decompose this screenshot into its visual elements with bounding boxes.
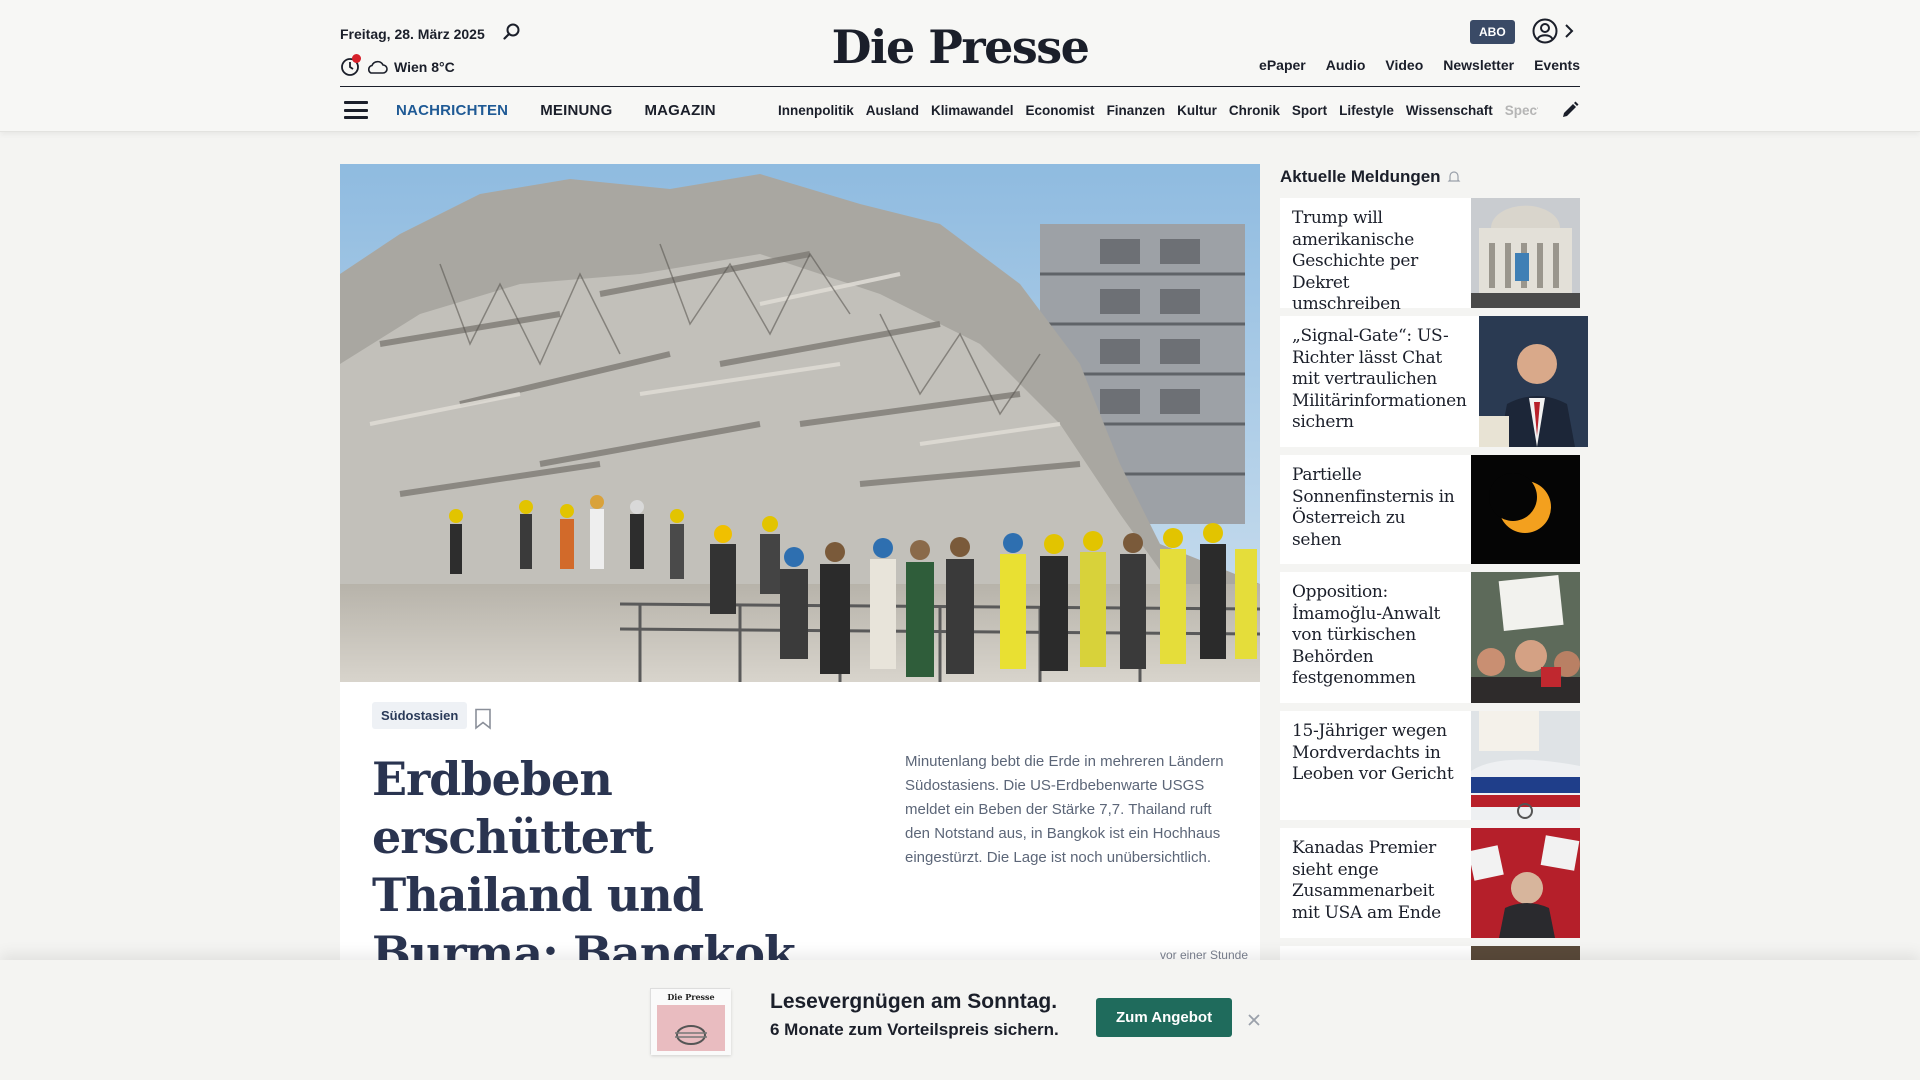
news-list: Trump will amerikanische Geschichte per … <box>1280 198 1588 986</box>
news-item[interactable]: „Signal-Gate“: US-Richter lässt Chat mit… <box>1280 316 1588 447</box>
news-thumbnail <box>1471 455 1580 564</box>
util-link-events[interactable]: Events <box>1534 57 1580 73</box>
hamburger-menu-icon[interactable] <box>344 101 368 119</box>
news-item-title: Trump will amerikanische Geschichte per … <box>1292 208 1418 314</box>
sidebar-heading: Aktuelle Meldungen <box>1280 164 1580 190</box>
news-thumbnail <box>1478 316 1588 447</box>
promo-subline: 6 Monate zum Vorteilspreis sichern. <box>770 1020 1059 1039</box>
chevron-right-icon[interactable] <box>1562 22 1576 40</box>
logo-link[interactable]: Die Presse <box>832 20 1090 74</box>
promo-headline: Lesevergnügen am Sonntag. <box>770 990 1058 1013</box>
news-item-title: „Signal-Gate“: US-Richter lässt Chat mit… <box>1292 326 1467 432</box>
promo-thumbnail: Die Presse <box>650 988 731 1055</box>
bookmark-icon[interactable] <box>474 708 492 730</box>
news-item[interactable]: Partielle Sonnenfinsternis in Österreich… <box>1280 455 1580 564</box>
section-lifestyle[interactable]: Lifestyle <box>1339 103 1394 118</box>
promo-offer-button[interactable]: Zum Angebot <box>1096 998 1233 1037</box>
news-thumbnail <box>1471 572 1580 703</box>
site-header: Freitag, 28. März 2025 Wien 8°C Die Pres… <box>0 0 1920 132</box>
news-item-title: 15-Jähriger wegen Mordverdachts in Leobe… <box>1292 721 1454 784</box>
news-thumbnail <box>1471 198 1580 308</box>
news-item-title: Kanadas Premier sieht enge Zusammenarbei… <box>1292 838 1441 923</box>
article-lead: Minutenlang bebt die Erde in mehreren Lä… <box>905 753 1224 866</box>
user-account-icon[interactable] <box>1532 18 1558 44</box>
news-thumbnail <box>1471 711 1580 820</box>
news-item[interactable]: Kanadas Premier sieht enge Zusammenarbei… <box>1280 828 1580 938</box>
promo-thumbnail-logo: Die Presse <box>667 992 714 1002</box>
section-klimawandel[interactable]: Klimawandel <box>931 103 1014 118</box>
hero-meta: Südostasien <box>372 702 491 730</box>
news-thumbnail <box>1471 828 1580 938</box>
utility-links: ePaper Audio Video Newsletter Events <box>1259 57 1580 73</box>
nav-item-magazin[interactable]: MAGAZIN <box>644 102 715 119</box>
header-divider <box>340 86 1580 87</box>
close-icon[interactable] <box>1246 1012 1262 1028</box>
news-item-title: Partielle Sonnenfinsternis in Österreich… <box>1292 465 1455 550</box>
sidebar-title: Aktuelle Meldungen <box>1280 167 1441 186</box>
section-chronik[interactable]: Chronik <box>1229 103 1280 118</box>
primary-nav: NACHRICHTEN MEINUNG MAGAZIN <box>396 102 716 119</box>
news-item-title: Opposition: İmamoğlu-Anwalt von türkisch… <box>1292 582 1441 688</box>
util-link-audio[interactable]: Audio <box>1326 57 1366 73</box>
section-spectrum[interactable]: Spectr <box>1505 103 1538 118</box>
main-navigation: NACHRICHTEN MEINUNG MAGAZIN Innenpolitik… <box>340 88 1580 132</box>
util-link-newsletter[interactable]: Newsletter <box>1443 57 1514 73</box>
category-tag[interactable]: Südostasien <box>372 702 468 729</box>
util-link-video[interactable]: Video <box>1385 57 1423 73</box>
hero-image[interactable] <box>340 164 1260 682</box>
section-ausland[interactable]: Ausland <box>866 103 919 118</box>
section-kultur[interactable]: Kultur <box>1177 103 1217 118</box>
nav-item-meinung[interactable]: MEINUNG <box>540 102 612 119</box>
news-item[interactable]: Trump will amerikanische Geschichte per … <box>1280 198 1580 314</box>
util-link-epaper[interactable]: ePaper <box>1259 57 1306 73</box>
news-item[interactable]: Opposition: İmamoğlu-Anwalt von türkisch… <box>1280 572 1580 703</box>
section-nav: Innenpolitik Ausland Klimawandel Economi… <box>778 88 1538 132</box>
section-sport[interactable]: Sport <box>1292 103 1327 118</box>
section-economist[interactable]: Economist <box>1026 103 1095 118</box>
bell-icon[interactable] <box>1447 170 1461 184</box>
section-innenpolitik[interactable]: Innenpolitik <box>778 103 854 118</box>
latest-news-sidebar: Aktuelle Meldungen Trump will amerikanis… <box>1280 164 1588 994</box>
news-item[interactable]: 15-Jähriger wegen Mordverdachts in Leobe… <box>1280 711 1580 820</box>
pencil-icon[interactable] <box>1560 100 1580 120</box>
subscription-promo-banner: Die Presse Lesevergnügen am Sonntag. 6 M… <box>0 960 1920 1080</box>
section-finanzen[interactable]: Finanzen <box>1107 103 1166 118</box>
abo-button[interactable]: ABO <box>1470 20 1515 44</box>
header-inner: Freitag, 28. März 2025 Wien 8°C Die Pres… <box>340 0 1580 132</box>
section-wissenschaft[interactable]: Wissenschaft <box>1406 103 1493 118</box>
nav-item-nachrichten[interactable]: NACHRICHTEN <box>396 102 508 119</box>
hero-article[interactable]: Südostasien Erdbeben erschüttert Thailan… <box>340 164 1260 1038</box>
